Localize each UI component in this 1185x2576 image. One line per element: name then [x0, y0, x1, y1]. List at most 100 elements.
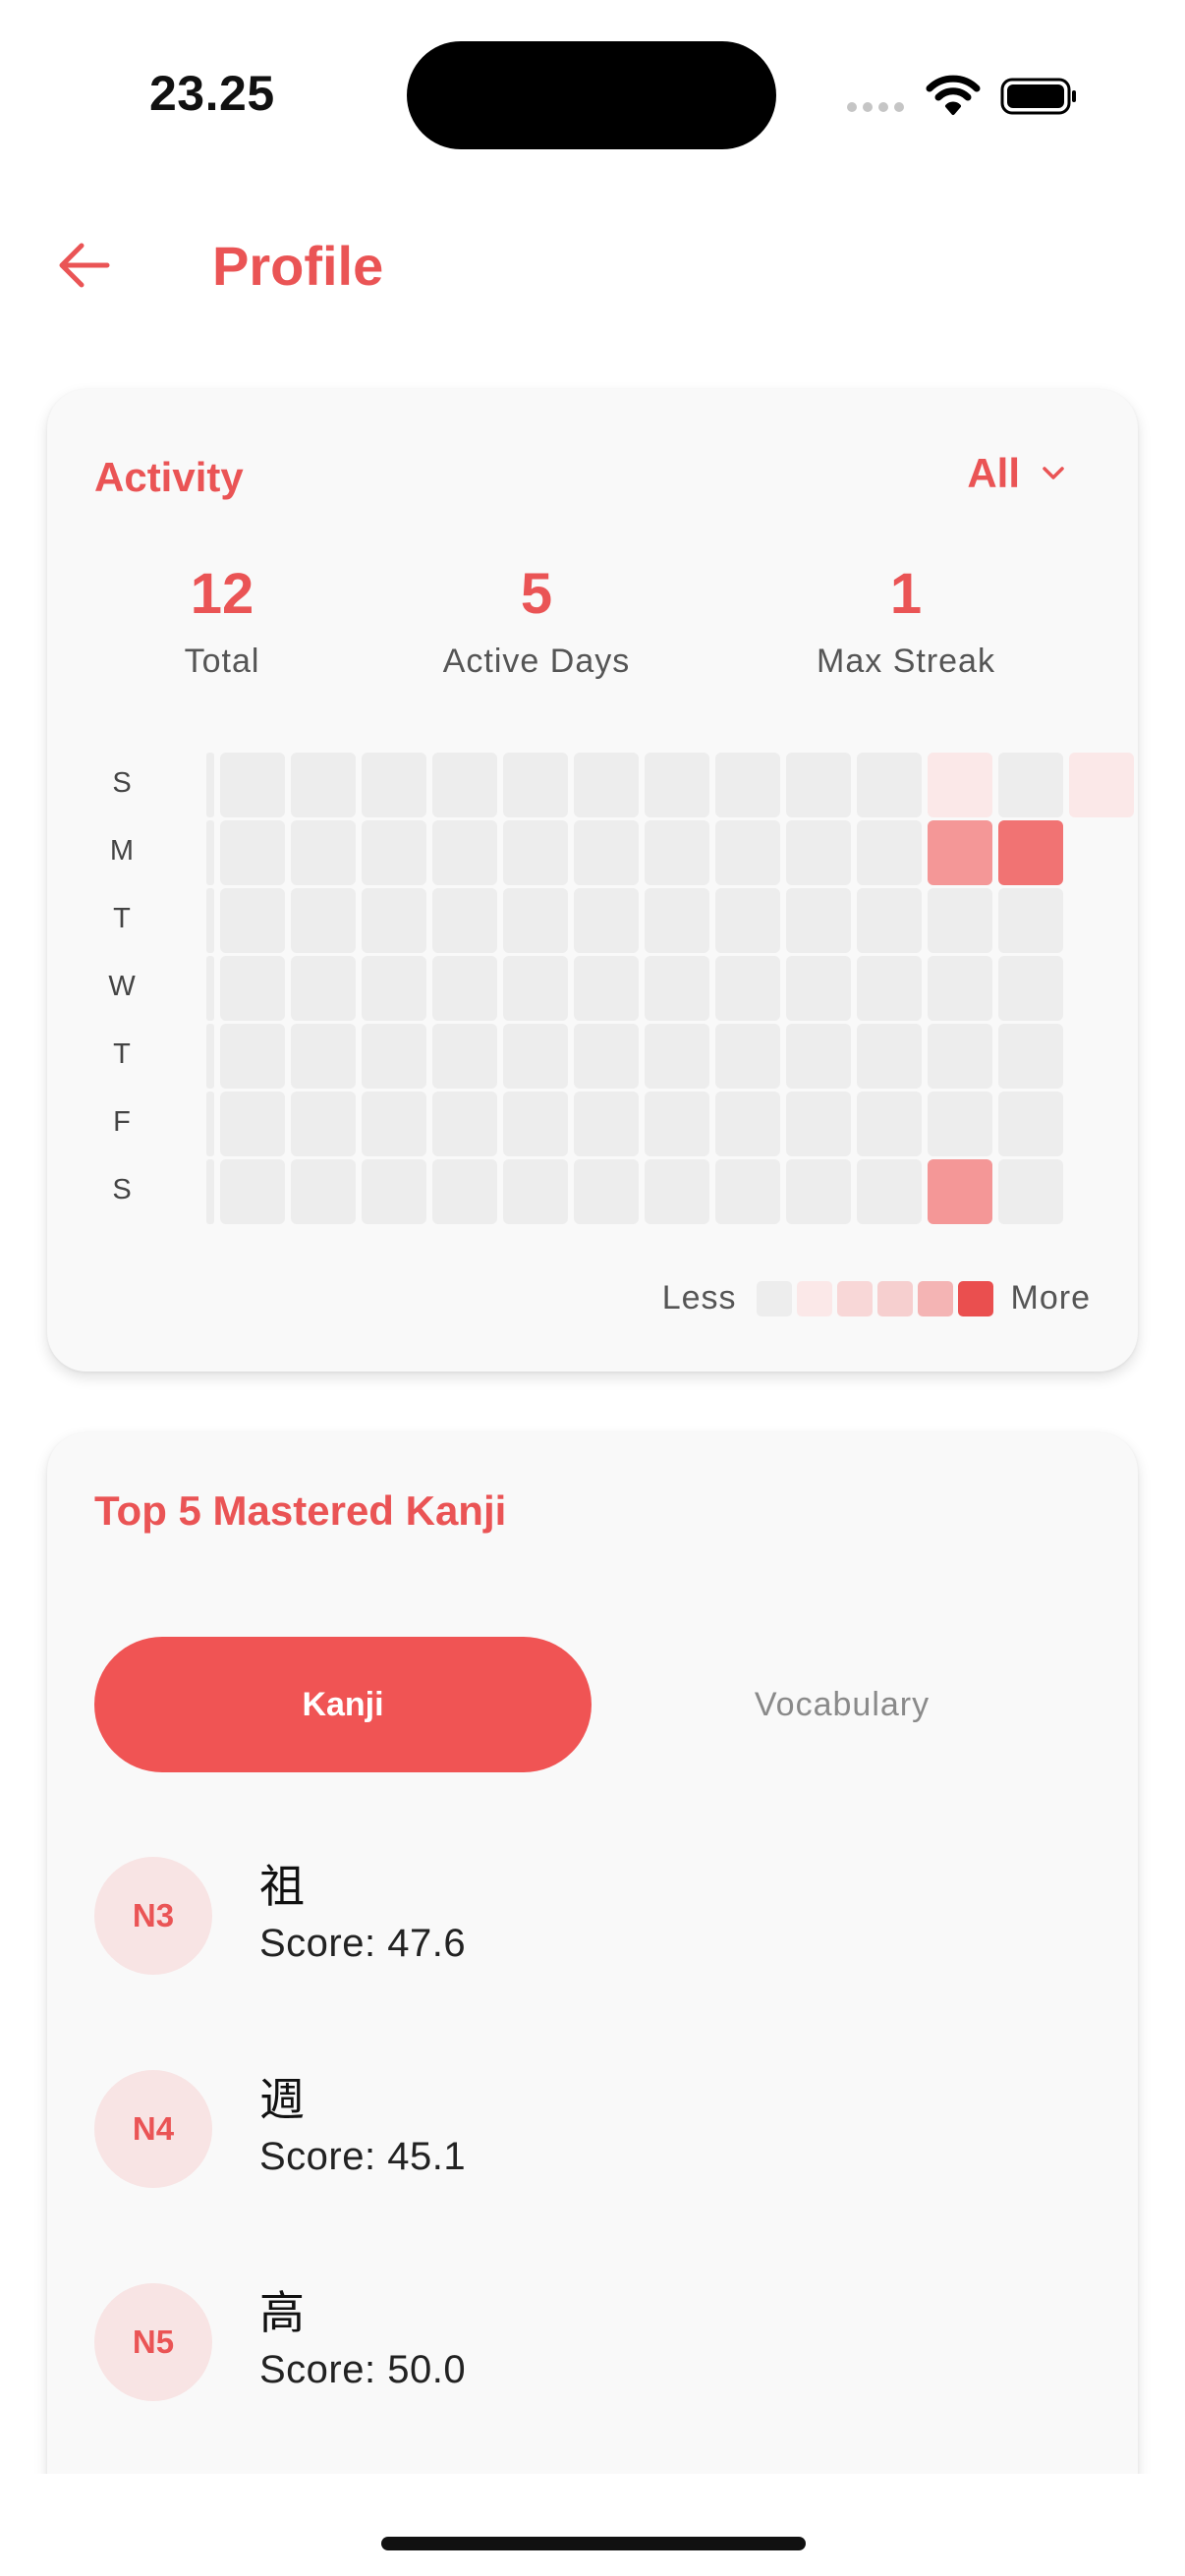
- heatmap-cell[interactable]: [928, 1159, 992, 1224]
- heatmap-cell[interactable]: [432, 1159, 497, 1224]
- status-time: 23.25: [149, 66, 275, 121]
- heatmap-cell[interactable]: [998, 1092, 1063, 1156]
- heatmap-cell[interactable]: [220, 888, 285, 953]
- heatmap-cell[interactable]: [503, 956, 568, 1021]
- heatmap-cell[interactable]: [432, 1092, 497, 1156]
- heatmap-cell[interactable]: [220, 1024, 285, 1089]
- heatmap-cell[interactable]: [220, 753, 285, 817]
- heatmap-cell[interactable]: [857, 1092, 922, 1156]
- heatmap-cell[interactable]: [291, 1092, 356, 1156]
- heatmap-cell[interactable]: [928, 1024, 992, 1089]
- heatmap-cell[interactable]: [220, 820, 285, 885]
- heatmap-cell[interactable]: [432, 753, 497, 817]
- heatmap-cell[interactable]: [715, 956, 780, 1021]
- activity-filter-dropdown[interactable]: All: [967, 450, 1065, 497]
- heatmap-cell[interactable]: [291, 1024, 356, 1089]
- heatmap-cell[interactable]: [998, 956, 1063, 1021]
- heatmap-cell[interactable]: [786, 820, 851, 885]
- heatmap-cell[interactable]: [998, 753, 1063, 817]
- heatmap-cell[interactable]: [998, 888, 1063, 953]
- day-label: F: [113, 1106, 131, 1138]
- heatmap-cell[interactable]: [786, 1092, 851, 1156]
- heatmap-cell[interactable]: [998, 1024, 1063, 1089]
- heatmap-cell[interactable]: [291, 956, 356, 1021]
- heatmap-cell[interactable]: [857, 888, 922, 953]
- heatmap-cell[interactable]: [645, 1024, 709, 1089]
- legend-swatch: [756, 1280, 792, 1316]
- heatmap-cell[interactable]: [220, 956, 285, 1021]
- heatmap-cell[interactable]: [362, 753, 426, 817]
- heatmap-cell[interactable]: [786, 1159, 851, 1224]
- heatmap-cell[interactable]: [1069, 753, 1134, 817]
- heatmap-cell[interactable]: [574, 820, 639, 885]
- heatmap-cell[interactable]: [928, 753, 992, 817]
- heatmap-cell[interactable]: [362, 1159, 426, 1224]
- app-header: Profile: [0, 206, 1185, 324]
- heatmap-cell[interactable]: [220, 1159, 285, 1224]
- stat-max-streak-value: 1: [889, 562, 923, 626]
- heatmap-cell[interactable]: [503, 1159, 568, 1224]
- activity-heatmap: [159, 753, 1142, 1244]
- heatmap-cell[interactable]: [645, 1092, 709, 1156]
- heatmap-cell[interactable]: [574, 753, 639, 817]
- heatmap-cell[interactable]: [503, 1092, 568, 1156]
- heatmap-cell[interactable]: [786, 888, 851, 953]
- heatmap-cell[interactable]: [574, 888, 639, 953]
- heatmap-cell[interactable]: [362, 956, 426, 1021]
- heatmap-cell[interactable]: [715, 753, 780, 817]
- heatmap-cell[interactable]: [503, 753, 568, 817]
- heatmap-cell[interactable]: [645, 1159, 709, 1224]
- heatmap-cell[interactable]: [432, 888, 497, 953]
- heatmap-cell[interactable]: [220, 1092, 285, 1156]
- heatmap-cell[interactable]: [645, 753, 709, 817]
- heatmap-cell[interactable]: [574, 956, 639, 1021]
- heatmap-cell[interactable]: [432, 1024, 497, 1089]
- activity-stats: 12 Total 5 Active Days 1 Max Streak: [47, 564, 1138, 701]
- heatmap-cell[interactable]: [786, 956, 851, 1021]
- heatmap-cell[interactable]: [362, 1092, 426, 1156]
- heatmap-cell[interactable]: [928, 1092, 992, 1156]
- heatmap-cell[interactable]: [291, 753, 356, 817]
- heatmap-cell[interactable]: [786, 753, 851, 817]
- heatmap-cell[interactable]: [998, 820, 1063, 885]
- heatmap-cell[interactable]: [786, 1024, 851, 1089]
- heatmap-cell[interactable]: [857, 1024, 922, 1089]
- heatmap-cell[interactable]: [362, 888, 426, 953]
- heatmap-cell[interactable]: [857, 1159, 922, 1224]
- heatmap-cell[interactable]: [291, 888, 356, 953]
- heatmap-cell[interactable]: [645, 956, 709, 1021]
- tab-vocabulary[interactable]: Vocabulary: [593, 1637, 1091, 1772]
- back-button[interactable]: [49, 236, 118, 295]
- heatmap-cell[interactable]: [503, 1024, 568, 1089]
- tab-kanji[interactable]: Kanji: [94, 1637, 592, 1772]
- heatmap-cell[interactable]: [715, 820, 780, 885]
- heatmap-cell[interactable]: [857, 753, 922, 817]
- heatmap-cell[interactable]: [574, 1159, 639, 1224]
- heatmap-cell[interactable]: [432, 820, 497, 885]
- heatmap-cell[interactable]: [291, 1159, 356, 1224]
- heatmap-cell[interactable]: [857, 820, 922, 885]
- heatmap-cell[interactable]: [857, 956, 922, 1021]
- heatmap-cell[interactable]: [645, 820, 709, 885]
- kanji-list-item[interactable]: N5 高 Score: 50.0: [94, 2283, 1091, 2421]
- heatmap-cell[interactable]: [574, 1092, 639, 1156]
- kanji-list-item[interactable]: N4 週 Score: 45.1: [94, 2070, 1091, 2208]
- heatmap-cell[interactable]: [928, 820, 992, 885]
- heatmap-cell[interactable]: [998, 1159, 1063, 1224]
- heatmap-cell[interactable]: [574, 1024, 639, 1089]
- heatmap-cell[interactable]: [715, 1024, 780, 1089]
- heatmap-cell[interactable]: [645, 888, 709, 953]
- heatmap-cell[interactable]: [928, 888, 992, 953]
- heatmap-cell[interactable]: [928, 956, 992, 1021]
- heatmap-cell[interactable]: [291, 820, 356, 885]
- heatmap-cell[interactable]: [715, 1159, 780, 1224]
- heatmap-cell[interactable]: [715, 888, 780, 953]
- home-indicator[interactable]: [381, 2537, 806, 2550]
- heatmap-cell[interactable]: [362, 820, 426, 885]
- heatmap-cell[interactable]: [362, 1024, 426, 1089]
- heatmap-cell[interactable]: [503, 820, 568, 885]
- kanji-list-item[interactable]: N3 祖 Score: 47.6: [94, 1857, 1091, 1994]
- heatmap-cell[interactable]: [715, 1092, 780, 1156]
- heatmap-cell[interactable]: [432, 956, 497, 1021]
- heatmap-cell[interactable]: [503, 888, 568, 953]
